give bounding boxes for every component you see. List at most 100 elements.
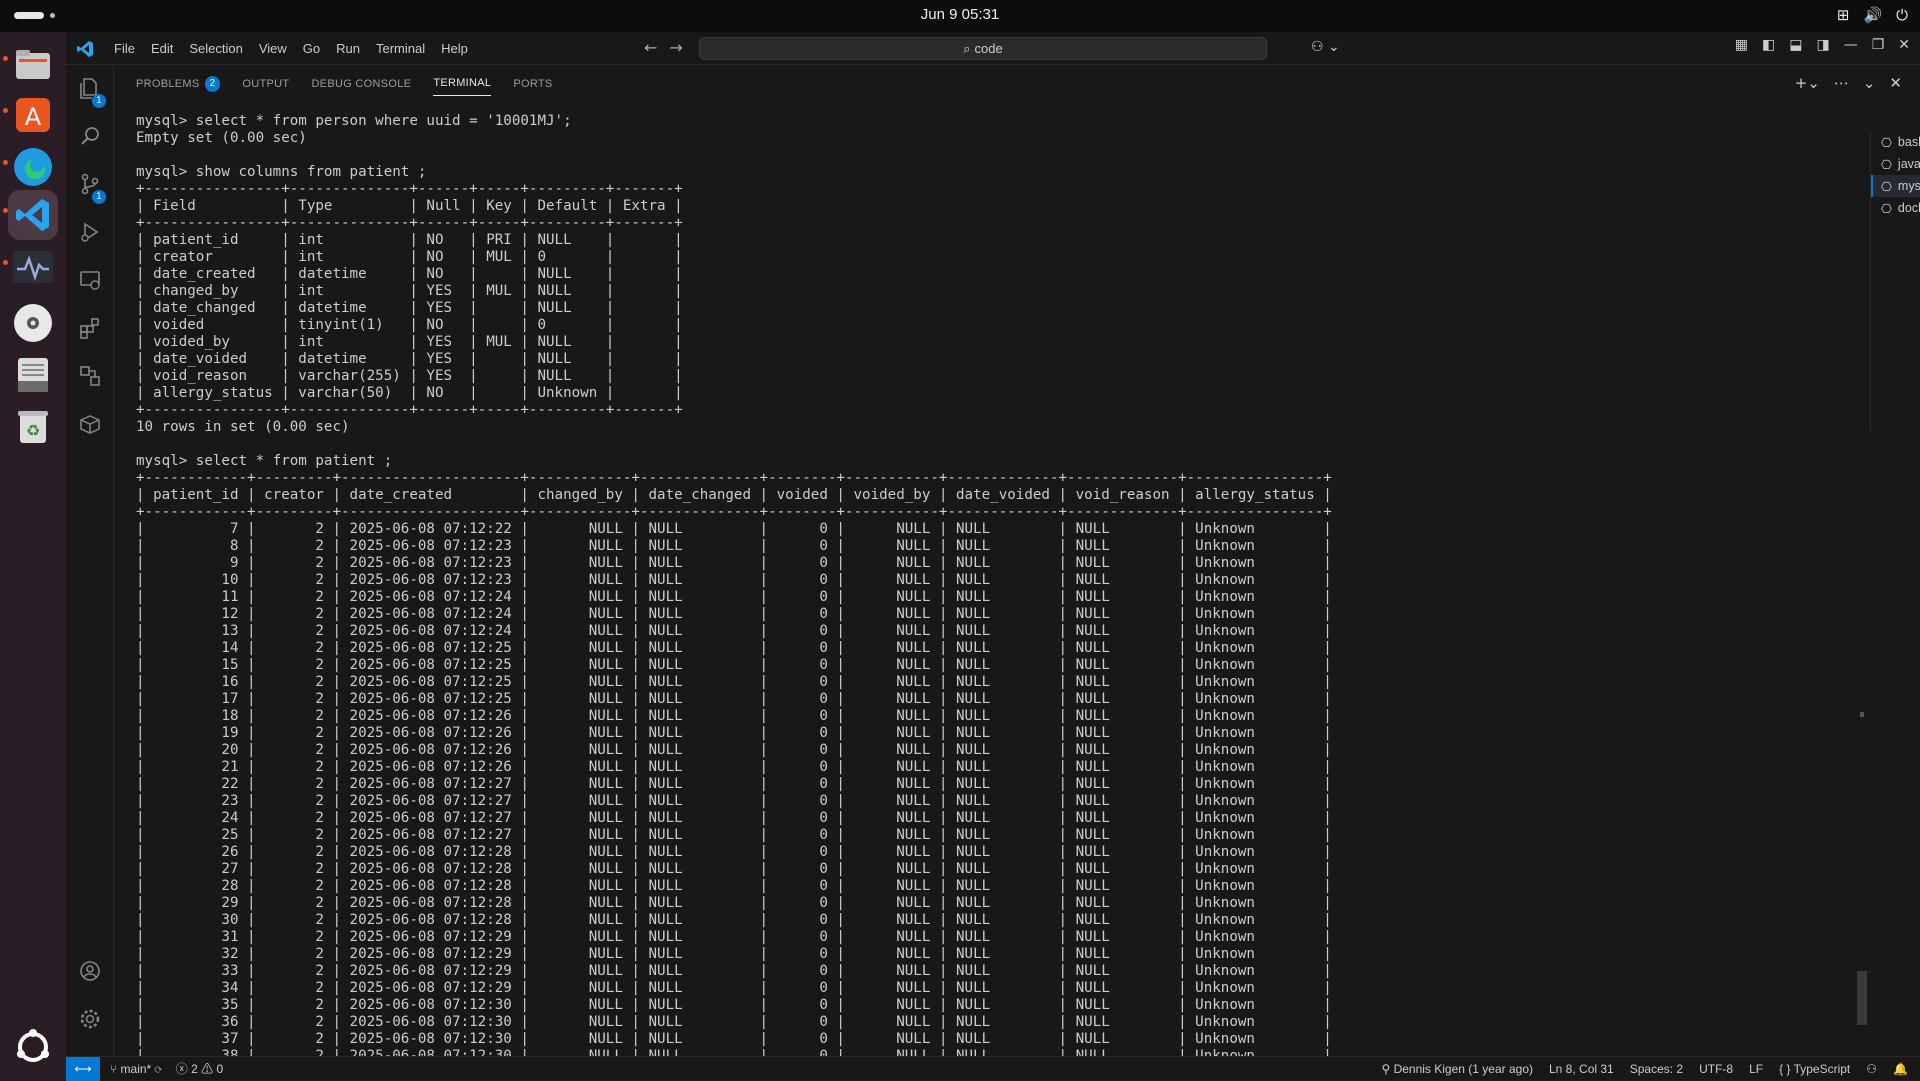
remote-indicator-icon[interactable]: ⟷ [66, 1056, 100, 1081]
dock: A ♻ [0, 32, 66, 1080]
menu-view[interactable]: View [251, 41, 295, 56]
vscode-window: File Edit Selection View Go Run Terminal… [66, 32, 1920, 1081]
clock[interactable]: Jun 9 05:31 [0, 6, 1920, 23]
navigation-buttons: ← → [644, 38, 683, 57]
terminal-tab-label: docker... [1897, 201, 1920, 215]
tab-debug-console[interactable]: DEBUG CONSOLE [311, 66, 411, 101]
tab-problems[interactable]: PROBLEMS 2 [136, 66, 221, 101]
close-panel-icon[interactable]: ✕ [1889, 74, 1902, 92]
problems-count-badge: 2 [204, 75, 221, 92]
tab-problems-label: PROBLEMS [136, 77, 200, 90]
problems-indicator[interactable]: ⓧ 2 ⚠ 0 [176, 1060, 223, 1077]
blame-text: Dennis Kigen (1 year ago) [1393, 1061, 1533, 1076]
cursor-position[interactable]: Ln 8, Col 31 [1549, 1062, 1614, 1076]
new-terminal-icon[interactable]: +⌄ [1795, 74, 1820, 92]
scroll-marker [1860, 712, 1864, 717]
scm-badge: 1 [92, 190, 106, 204]
terminal-tab-bash[interactable]: ⎔ bash [1871, 131, 1920, 153]
minimize-icon[interactable]: — [1844, 37, 1858, 53]
menu-edit[interactable]: Edit [143, 41, 181, 56]
terminal-tabs-list: ⎔ bash ⎔ java M... ⎔ mysql... ⎔ docker... [1870, 131, 1920, 431]
restore-icon[interactable]: ❐ [1872, 37, 1885, 53]
extensions-icon[interactable] [78, 316, 102, 340]
terminal-tab-docker[interactable]: ⎔ docker... [1871, 197, 1920, 219]
tab-terminal[interactable]: TERMINAL [433, 72, 492, 96]
menu-run[interactable]: Run [328, 41, 368, 56]
title-bar: File Edit Selection View Go Run Terminal… [66, 32, 1920, 65]
branch-name: main* [120, 1061, 152, 1076]
terminal-tab-label: mysql... [1897, 179, 1920, 193]
terminal-icon: ⎔ [1881, 179, 1892, 194]
chevron-down-icon[interactable]: ⌄ [1863, 74, 1876, 92]
language-label: TypeScript [1793, 1061, 1851, 1076]
volume-icon[interactable]: 🔊 [1863, 6, 1882, 24]
menu-go[interactable]: Go [295, 41, 328, 56]
activity-bar: 1 1 [66, 66, 114, 1056]
copilot-icon[interactable]: ⚇ ⌄ [1311, 39, 1340, 55]
testing-icon[interactable] [78, 364, 102, 388]
tab-output[interactable]: OUTPUT [242, 66, 289, 101]
language-mode[interactable]: { } TypeScript [1779, 1062, 1850, 1076]
toggle-sidebar-icon[interactable]: ◧ [1762, 37, 1775, 53]
git-blame[interactable]: ⚲ Dennis Kigen (1 year ago) [1381, 1062, 1533, 1076]
forward-arrow-icon[interactable]: → [669, 38, 682, 57]
more-actions-icon[interactable]: ⋯ [1834, 74, 1849, 92]
terminal-tab-mysql[interactable]: ⎔ mysql... [1871, 175, 1920, 197]
terminal-tab-label: java M... [1897, 157, 1920, 171]
back-arrow-icon[interactable]: ← [644, 38, 657, 57]
command-center-search[interactable]: ⌕ code [699, 37, 1267, 60]
indentation[interactable]: Spaces: 2 [1630, 1062, 1683, 1076]
panel-tabs: PROBLEMS 2 OUTPUT DEBUG CONSOLE TERMINAL… [114, 66, 1920, 101]
docker-icon[interactable] [78, 412, 102, 436]
search-icon: ⌕ [963, 40, 971, 56]
run-debug-icon[interactable] [78, 220, 102, 244]
trash-icon[interactable]: ♻ [8, 402, 58, 452]
warning-count: 0 [216, 1062, 224, 1076]
svg-text:A: A [25, 103, 42, 131]
menu-file[interactable]: File [106, 41, 143, 56]
encoding[interactable]: UTF-8 [1699, 1062, 1733, 1076]
terminal-icon: ⎔ [1881, 201, 1892, 216]
terminal-tab-java[interactable]: ⎔ java M... [1871, 153, 1920, 175]
svg-text:♻: ♻ [26, 421, 40, 440]
settings-gear-icon[interactable] [78, 1007, 102, 1031]
system-top-bar: Jun 9 05:31 ⊞ 🔊 ⏻ [0, 0, 1920, 32]
toggle-secondary-sidebar-icon[interactable]: ◨ [1816, 37, 1829, 53]
close-icon[interactable]: ✕ [1898, 37, 1910, 53]
edge-browser-icon[interactable] [8, 142, 58, 192]
system-tray[interactable]: ⊞ 🔊 ⏻ [1837, 6, 1908, 24]
command-center-label: code [974, 41, 1003, 56]
error-count: 2 [191, 1062, 198, 1076]
customize-layout-icon[interactable]: ▦ [1735, 37, 1748, 53]
menu-help[interactable]: Help [433, 41, 476, 56]
show-apps-icon[interactable] [8, 1022, 58, 1072]
copilot-status-icon[interactable]: ⚇ [1866, 1062, 1877, 1076]
menu-bar: File Edit Selection View Go Run Terminal… [106, 32, 476, 65]
terminal-scrollbar[interactable] [1857, 136, 1867, 1056]
terminal-tab-label: bash [1897, 135, 1920, 149]
explorer-badge: 1 [92, 94, 106, 108]
tab-ports[interactable]: PORTS [513, 66, 552, 101]
terminal-text: mysql> select * from person where uuid =… [136, 113, 1332, 1056]
vscode-app-icon[interactable] [8, 190, 58, 240]
menu-terminal[interactable]: Terminal [368, 41, 433, 56]
branch-indicator[interactable]: ⑂ main* ⟳ [110, 1062, 162, 1076]
terminal-output[interactable]: mysql> select * from person where uuid =… [136, 113, 1816, 1056]
files-app-icon[interactable] [8, 40, 58, 90]
text-editor-icon[interactable] [8, 350, 58, 400]
menu-selection[interactable]: Selection [181, 41, 250, 56]
system-monitor-icon[interactable] [8, 242, 58, 292]
remote-explorer-icon[interactable] [78, 268, 102, 292]
terminal-icon: ⎔ [1881, 135, 1892, 150]
toggle-panel-icon[interactable]: ⬓ [1789, 37, 1802, 53]
accounts-icon[interactable] [78, 959, 102, 983]
notifications-bell-icon[interactable]: 🔔 [1893, 1062, 1908, 1076]
disc-icon[interactable] [8, 298, 58, 348]
app-center-icon[interactable]: A [8, 90, 58, 140]
status-bar: ⟷ ⑂ main* ⟳ ⓧ 2 ⚠ 0 ⚲ Dennis Kigen (1 ye… [66, 1056, 1920, 1081]
end-of-line[interactable]: LF [1749, 1062, 1763, 1076]
power-icon[interactable]: ⏻ [1896, 6, 1908, 24]
search-icon[interactable] [78, 124, 102, 148]
network-icon[interactable]: ⊞ [1837, 6, 1850, 24]
scrollbar-thumb[interactable] [1857, 971, 1867, 1025]
